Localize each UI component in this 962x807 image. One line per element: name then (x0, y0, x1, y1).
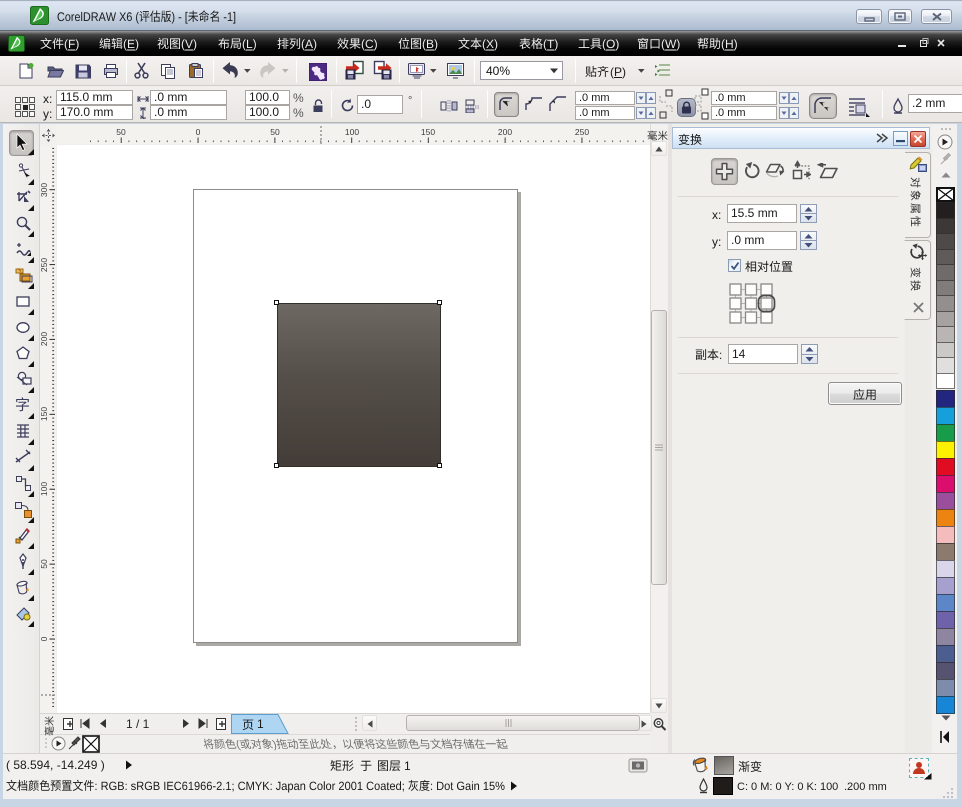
svg-text:0: 0 (40, 636, 49, 641)
svg-text:50: 50 (116, 127, 126, 137)
svg-text:100: 100 (345, 127, 359, 137)
svg-text:50: 50 (270, 127, 280, 137)
svg-text:200: 200 (40, 332, 49, 346)
svg-text:250: 250 (575, 127, 589, 137)
svg-text:150: 150 (40, 407, 49, 421)
svg-text:150: 150 (421, 127, 435, 137)
svg-text:200: 200 (498, 127, 512, 137)
svg-text:300: 300 (40, 183, 49, 197)
svg-text:0: 0 (196, 127, 201, 137)
svg-text:100: 100 (40, 482, 49, 496)
svg-text:250: 250 (40, 258, 49, 272)
svg-text:50: 50 (40, 559, 49, 569)
